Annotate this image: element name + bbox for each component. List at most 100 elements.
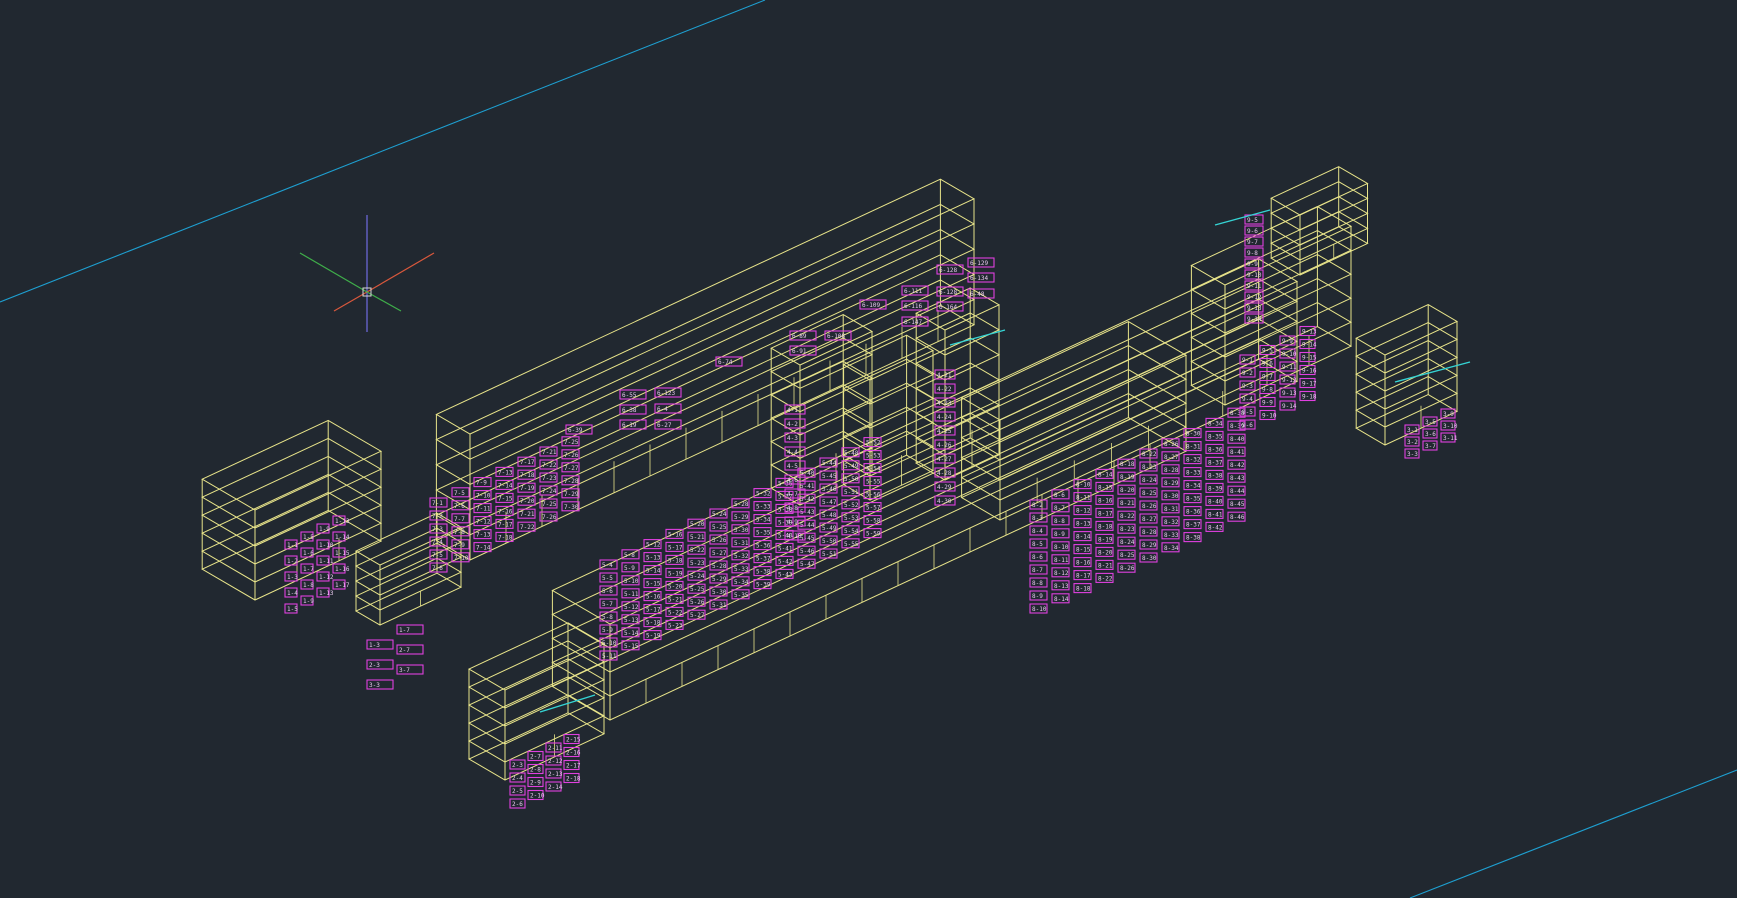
room-tag: 1-1 [284, 539, 298, 550]
room-tag: 4-25 [934, 425, 956, 436]
room-tag: 3-3 [366, 679, 394, 690]
room-tag-label: 1-13 [319, 590, 334, 597]
room-tag-label: 9-16 [1302, 368, 1317, 375]
room-tag-label: 2-10 [530, 793, 545, 800]
room-tag-label: 6-134 [970, 275, 988, 282]
floor-edge [915, 312, 1001, 356]
room-tag-label: 6-129 [970, 260, 988, 267]
room-tag-label: 7-29 [564, 491, 579, 498]
room-tag-label: 9-6 [1247, 228, 1258, 235]
room-tag-label: 5-25 [690, 586, 705, 593]
room-tag-label: 2-7 [399, 647, 410, 654]
room-tag: 9-18 [1299, 390, 1317, 402]
model-viewport[interactable]: 6-39 6-55 6-74 6-89 6-109 6-111 6-128 6-129 6-11… [0, 0, 1737, 898]
room-tag-label: 8-3 [1032, 515, 1043, 522]
room-tag-label: 6-4 [657, 406, 668, 413]
left-link [354, 512, 463, 626]
room-tag: 6-116 [901, 300, 929, 311]
room-tag: 7-17 [517, 456, 536, 467]
room-tag: 8-22 [1117, 510, 1136, 521]
room-tag-label: 4-5 [787, 463, 798, 470]
room-tag: 1-9 [316, 523, 330, 534]
room-tag: 9-10 [1244, 269, 1264, 280]
room-tag-label: 1-9 [303, 598, 314, 605]
drawing-canvas[interactable]: 6-39 6-55 6-74 6-89 6-109 6-111 6-128 6-129 6-11… [0, 0, 1737, 898]
room-tag-label: 7-17 [520, 459, 535, 466]
room-tag-label: 8-14 [1076, 534, 1091, 541]
room-tag: 8-31 [1161, 503, 1180, 514]
room-tag: 4-27 [934, 453, 956, 464]
room-tag: 5-26 [687, 596, 706, 607]
room-tag-label: 8-35 [1186, 496, 1201, 503]
room-tag-label: 5-4 [602, 562, 613, 569]
room-tag-label: 1-6 [303, 550, 314, 557]
room-tag: 5-19 [665, 567, 684, 578]
room-tag-label: 2-14 [548, 784, 563, 791]
room-tag-label: 8-21 [1098, 562, 1113, 569]
room-tag-label: 2-8 [530, 767, 541, 774]
room-tag: 5-32 [753, 488, 772, 499]
highlight-edge [1214, 209, 1271, 226]
room-tag: 5-16 [665, 528, 684, 539]
floor-edge [201, 419, 383, 511]
room-tag-label: 7-30 [564, 504, 579, 511]
room-tag: 8-22 [1095, 572, 1114, 583]
room-tag-label: 3-3 [369, 682, 380, 689]
room-tag-label: 2-9 [530, 780, 541, 787]
room-tag-label: 5-9 [602, 627, 613, 634]
room-tag: 8-30 [1183, 428, 1202, 439]
room-tag: 2-12 [545, 755, 563, 766]
room-tag-label: 7-5 [432, 552, 443, 559]
room-tag: 3-7 [396, 664, 424, 675]
room-tag: 4-29 [934, 481, 956, 492]
room-tag: 4-4 [784, 446, 806, 457]
room-tag: 7-21 [517, 508, 536, 519]
room-tag: 5-52 [863, 437, 882, 448]
room-tag: 8-27 [1139, 513, 1158, 524]
room-tag: 8-7 [1029, 564, 1048, 575]
room-tag-label: 5-5 [602, 575, 613, 582]
room-tag: 5-44 [819, 457, 838, 468]
room-tag: 5-46 [797, 545, 816, 556]
room-tag-label: 1-4 [287, 590, 298, 597]
room-tag: 3-11 [1440, 432, 1458, 443]
room-tag: 7-14 [473, 542, 492, 553]
room-tag-label: 5-21 [668, 596, 683, 603]
room-tag: 7-13 [473, 529, 492, 540]
room-tag-label: 2-6 [512, 801, 523, 808]
room-tag: 5-38 [753, 566, 772, 577]
room-tag-label: 7-26 [564, 452, 579, 459]
room-tag-label: 9-13 [1282, 390, 1297, 397]
room-tag-label: 1-7 [399, 627, 410, 634]
room-tag-label: 3-11 [1443, 435, 1458, 442]
room-tag: 7-29 [561, 488, 580, 499]
room-tag-label: 8-12 [1054, 570, 1069, 577]
room-tag-label: 3-10 [1443, 423, 1458, 430]
room-tag-label: 8-6 [1054, 492, 1065, 499]
room-tag-label: 9-6 [1242, 422, 1253, 429]
room-tag: 8-44 [1227, 485, 1246, 496]
room-tag-label: 8-13 [1054, 583, 1069, 590]
room-tag-label: 9-13 [1302, 329, 1317, 336]
central-tower-b [915, 287, 1001, 481]
room-tag-label: 5-8 [602, 614, 613, 621]
room-tag: 2-14 [545, 781, 563, 792]
room-tag-label: 8-7 [1032, 567, 1043, 574]
room-tag: 9-7 [1259, 370, 1276, 382]
room-tag: 5-15 [621, 640, 640, 651]
room-tag-label: 5-15 [624, 643, 639, 650]
room-tag: 9-11 [1279, 361, 1297, 372]
room-tag-label: 8-18 [1076, 586, 1091, 593]
room-tag-label: 6-38 [622, 407, 637, 414]
room-tag-label: 4-28 [937, 470, 952, 477]
room-tag-label: 8-18 [1098, 523, 1113, 530]
room-tag: 8-17 [1073, 570, 1092, 581]
room-tag: 8-37 [1183, 519, 1202, 530]
floor-edge [915, 387, 1001, 431]
room-tag: 5-44 [797, 519, 816, 530]
room-tag: 9-17 [1299, 377, 1317, 389]
room-tag: 2-10 [527, 789, 545, 801]
room-tag: 9-16 [1299, 364, 1317, 376]
room-tag: 8-15 [1095, 481, 1114, 492]
room-tag-label: 5-19 [668, 570, 683, 577]
